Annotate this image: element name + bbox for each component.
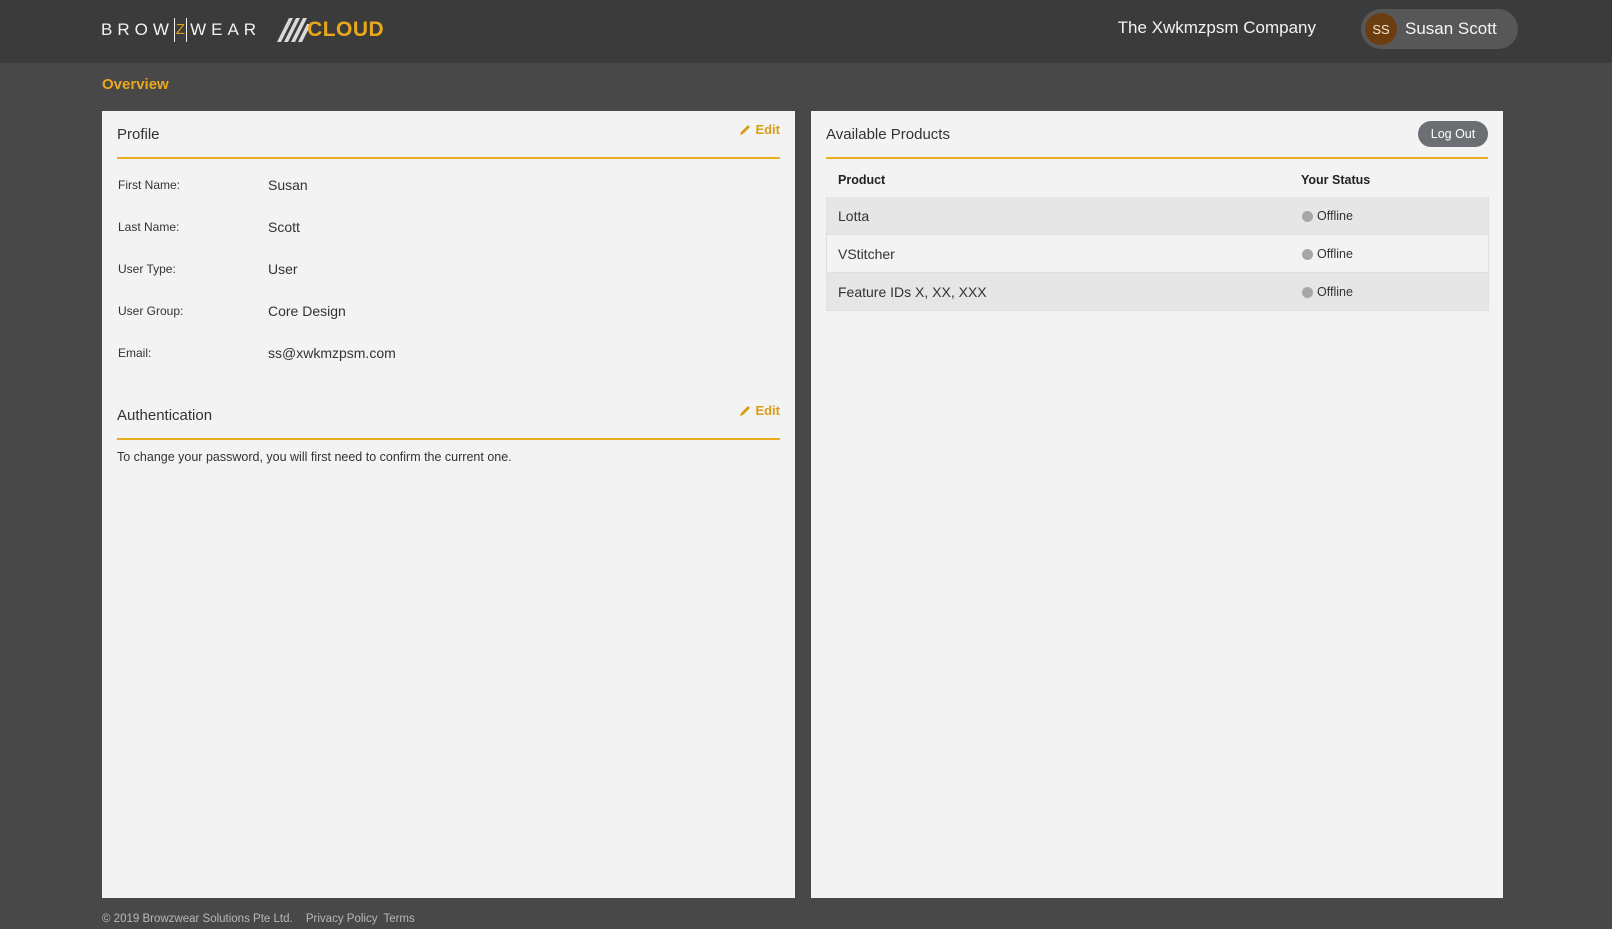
- field-label: Last Name:: [118, 220, 180, 234]
- product-name: VStitcher: [838, 246, 895, 262]
- profile-edit-button[interactable]: Edit: [740, 122, 780, 137]
- cloud-stripes-icon: [277, 18, 312, 42]
- products-header: Available Products: [826, 111, 1488, 159]
- product-status: Offline: [1302, 285, 1353, 299]
- field-value: ss@xwkmzpsm.com: [268, 345, 396, 361]
- company-name: The Xwkmzpsm Company: [1117, 18, 1316, 37]
- avatar: SS: [1365, 13, 1397, 45]
- pencil-icon: [740, 125, 751, 135]
- status-dot-icon: [1302, 286, 1313, 298]
- status-text: Offline: [1317, 285, 1353, 299]
- column-header-status: Your Status: [1301, 173, 1371, 187]
- table-row: Lotta Offline: [826, 197, 1489, 235]
- field-label: User Group:: [118, 304, 184, 318]
- log-out-button[interactable]: Log Out: [1418, 121, 1488, 147]
- profile-header: Profile Edit: [117, 111, 780, 159]
- copyright: © 2019 Browzwear Solutions Pte Ltd.: [102, 913, 293, 925]
- field-label: Email:: [118, 346, 152, 360]
- status-text: Offline: [1317, 209, 1353, 223]
- brand-z: Z: [173, 18, 188, 42]
- table-header: Product Your Status: [826, 159, 1489, 197]
- field-value: Scott: [268, 219, 300, 235]
- authentication-edit-button[interactable]: Edit: [740, 403, 780, 418]
- field-label: First Name:: [118, 178, 181, 192]
- brand-left: BROW: [101, 20, 174, 39]
- user-name: Susan Scott: [1405, 19, 1497, 38]
- profile-panel: Profile Edit First Name: Susan Last Name…: [102, 111, 795, 898]
- user-menu[interactable]: SS Susan Scott: [1361, 9, 1518, 49]
- product-name: Feature IDs X, XX, XXX: [838, 284, 987, 300]
- pencil-icon: [740, 406, 751, 416]
- page-title: Overview: [102, 76, 169, 93]
- status-dot-icon: [1302, 210, 1313, 222]
- privacy-policy-link[interactable]: Privacy Policy: [306, 913, 378, 925]
- status-dot-icon: [1302, 248, 1313, 260]
- cloud-logo: CLOUD: [277, 18, 384, 42]
- authentication-edit-label: Edit: [755, 403, 780, 418]
- field-value: Core Design: [268, 303, 346, 319]
- product-name: Lotta: [838, 208, 870, 224]
- authentication-header: Authentication Edit: [117, 392, 780, 440]
- authentication-description: To change your password, you will first …: [117, 450, 512, 464]
- terms-link[interactable]: Terms: [383, 913, 414, 925]
- table-row: VStitcher Offline: [826, 235, 1489, 273]
- profile-title: Profile: [117, 126, 160, 143]
- footer: © 2019 Browzwear Solutions Pte Ltd. Priv…: [102, 913, 418, 925]
- field-label: User Type:: [118, 262, 176, 276]
- brand-wordmark: BROW Z WEAR: [101, 18, 261, 42]
- column-header-product: Product: [838, 173, 886, 187]
- cloud-wordmark: CLOUD: [307, 18, 385, 41]
- field-value: User: [268, 261, 298, 277]
- products-panel: Available Products Log Out Product Your …: [811, 111, 1503, 898]
- browzwear-logo[interactable]: BROW Z WEAR CLOUD: [101, 8, 384, 52]
- table-row: Feature IDs X, XX, XXX Offline: [826, 273, 1489, 311]
- products-table: Product Your Status Lotta Offline VStitc…: [826, 159, 1489, 311]
- brand-right: WEAR: [190, 20, 262, 39]
- product-status: Offline: [1302, 209, 1353, 223]
- field-value: Susan: [268, 177, 308, 193]
- profile-edit-label: Edit: [755, 122, 780, 137]
- authentication-title: Authentication: [117, 407, 213, 424]
- products-title: Available Products: [826, 126, 950, 143]
- status-text: Offline: [1317, 247, 1353, 261]
- top-bar: BROW Z WEAR CLOUD The Xwkmzpsm Company SS …: [0, 0, 1612, 63]
- product-status: Offline: [1302, 247, 1353, 261]
